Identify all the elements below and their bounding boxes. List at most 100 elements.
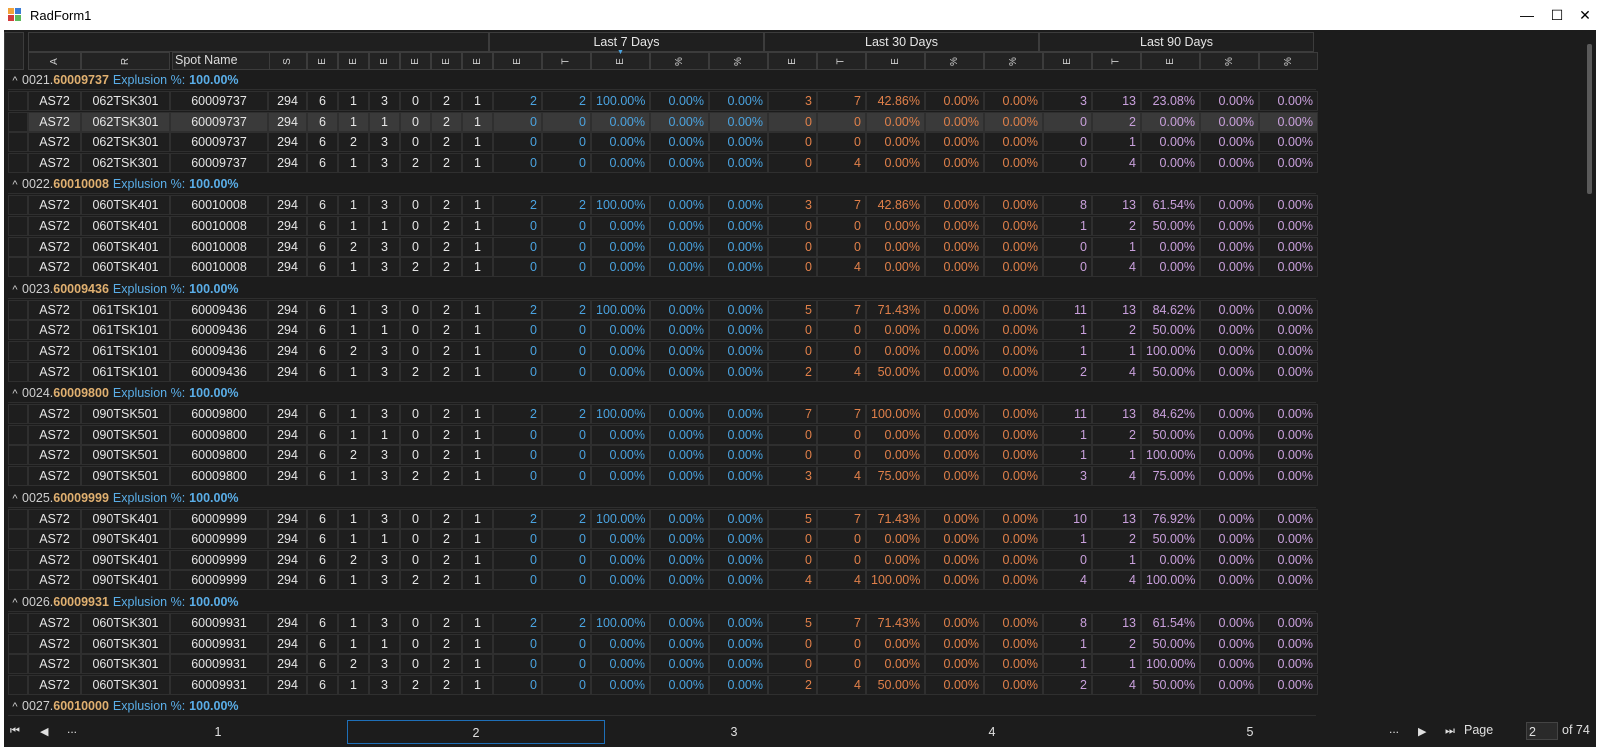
table-cell[interactable]: 100.00% [866,570,925,591]
page-number-button[interactable]: 1 [89,720,347,744]
column-header[interactable]: R [81,52,170,70]
table-cell[interactable]: 0.00% [984,111,1043,132]
table-cell[interactable]: 1 [462,111,493,132]
table-cell[interactable]: 0.00% [1200,341,1259,361]
table-cell[interactable]: 2 [431,361,462,382]
table-cell[interactable]: 0.00% [650,404,709,425]
table-cell[interactable]: 060TSK401 [81,195,170,216]
table-cell[interactable]: 0.00% [650,529,709,550]
table-cell[interactable]: 2 [431,152,462,173]
table-cell[interactable]: 1 [462,613,493,633]
collapse-chevron-icon[interactable]: ^ [8,385,22,404]
table-cell[interactable]: 0.00% [866,529,925,550]
table-cell[interactable]: 0.00% [925,91,984,111]
table-cell[interactable]: 2 [431,549,462,570]
table-cell[interactable]: 13 [1092,91,1141,111]
table-cell[interactable]: 0 [768,549,817,570]
table-cell[interactable]: 2 [338,132,369,153]
table-cell[interactable]: 0 [542,111,591,132]
table-row[interactable]: AS72 061TSK101 60009436 294 6 1 3 2 2 1 0 0 0.00% 0.0… [8,361,1318,383]
table-cell[interactable]: 0.00% [650,111,709,132]
table-cell[interactable]: AS72 [28,466,81,486]
table-cell[interactable]: 2 [1092,529,1141,550]
table-cell[interactable]: 0 [493,152,542,173]
table-cell[interactable]: 60009931 [170,654,268,675]
table-cell[interactable]: AS72 [28,424,81,445]
column-header[interactable]: E [462,52,493,70]
table-cell[interactable]: 2 [431,195,462,216]
column-header[interactable]: S [268,52,307,70]
table-cell[interactable]: 0.00% [1259,299,1318,320]
table-cell[interactable]: 0 [1043,257,1092,278]
table-cell[interactable]: 1 [462,132,493,153]
table-cell[interactable]: 0 [400,132,431,153]
table-row[interactable]: AS72 062TSK301 60009737 294 6 2 3 0 2 1 0 0 0.00% 0.0… [8,132,1318,153]
table-cell[interactable]: 0 [400,613,431,633]
table-cell[interactable]: AS72 [28,404,81,425]
maximize-button[interactable]: ☐ [1546,4,1568,26]
table-row[interactable]: AS72 060TSK401 60010008 294 6 1 1 0 2 1 0 0 0.00% 0.0… [8,216,1318,237]
table-cell[interactable]: 0.00% [709,633,768,654]
table-cell[interactable]: 3 [768,466,817,486]
table-cell[interactable]: 1 [1043,529,1092,550]
table-cell[interactable]: 1 [338,529,369,550]
table-cell[interactable]: 2 [431,508,462,529]
table-cell[interactable]: 75.00% [866,466,925,486]
table-cell[interactable]: 0.00% [591,570,650,591]
table-cell[interactable]: 0.00% [1259,424,1318,445]
table-cell[interactable]: 0.00% [1141,152,1200,173]
table-cell[interactable]: 2 [542,91,591,111]
column-header[interactable]: % [925,52,984,70]
table-cell[interactable]: 0.00% [1259,257,1318,278]
table-cell[interactable]: 0.00% [1259,236,1318,257]
table-cell[interactable]: 6 [307,613,338,633]
table-cell[interactable]: 50.00% [1141,424,1200,445]
table-cell[interactable]: 0.00% [1200,320,1259,341]
table-cell[interactable]: 71.43% [866,299,925,320]
table-cell[interactable]: 090TSK401 [81,529,170,550]
table-cell[interactable]: 3 [369,236,400,257]
table-cell[interactable]: 60009436 [170,299,268,320]
table-cell[interactable]: 0.00% [984,466,1043,486]
table-cell[interactable]: 060TSK401 [81,257,170,278]
table-cell[interactable]: 294 [268,654,307,675]
column-header[interactable]: E [493,52,542,70]
table-cell[interactable]: 0 [493,361,542,382]
table-cell[interactable]: 1 [338,508,369,529]
table-cell[interactable]: 6 [307,216,338,236]
table-cell[interactable]: 294 [268,613,307,633]
table-cell[interactable]: 2 [431,299,462,320]
table-cell[interactable]: 0 [400,633,431,654]
table-cell[interactable]: 1 [369,320,400,341]
table-cell[interactable]: 0 [400,404,431,425]
table-cell[interactable]: 60010008 [170,236,268,257]
table-cell[interactable]: 0 [493,424,542,445]
table-cell[interactable]: 3 [1043,91,1092,111]
table-cell[interactable]: 0 [493,529,542,550]
table-cell[interactable]: 0.00% [650,195,709,216]
table-cell[interactable]: 4 [817,257,866,278]
table-cell[interactable]: 1 [462,361,493,382]
table-cell[interactable]: 2 [768,361,817,382]
table-cell[interactable]: 6 [307,404,338,425]
table-cell[interactable]: 0 [400,654,431,675]
table-cell[interactable]: 0 [768,152,817,173]
table-cell[interactable]: 0.00% [1259,674,1318,695]
table-cell[interactable]: 0.00% [866,320,925,341]
table-cell[interactable]: 0.00% [925,132,984,153]
table-cell[interactable]: 0 [768,320,817,341]
table-cell[interactable]: AS72 [28,445,81,466]
table-cell[interactable]: 1 [338,152,369,173]
table-cell[interactable]: 0 [493,445,542,466]
table-cell[interactable]: 1 [338,91,369,111]
table-cell[interactable]: 50.00% [1141,320,1200,341]
table-cell[interactable]: 6 [307,236,338,257]
table-cell[interactable]: 1 [1043,633,1092,654]
table-cell[interactable]: 1 [369,111,400,132]
table-cell[interactable]: 0.00% [709,195,768,216]
table-cell[interactable]: 4 [817,570,866,591]
table-cell[interactable]: AS72 [28,361,81,382]
table-cell[interactable]: 0.00% [591,361,650,382]
table-cell[interactable]: 0.00% [866,654,925,675]
table-cell[interactable]: 2 [431,91,462,111]
